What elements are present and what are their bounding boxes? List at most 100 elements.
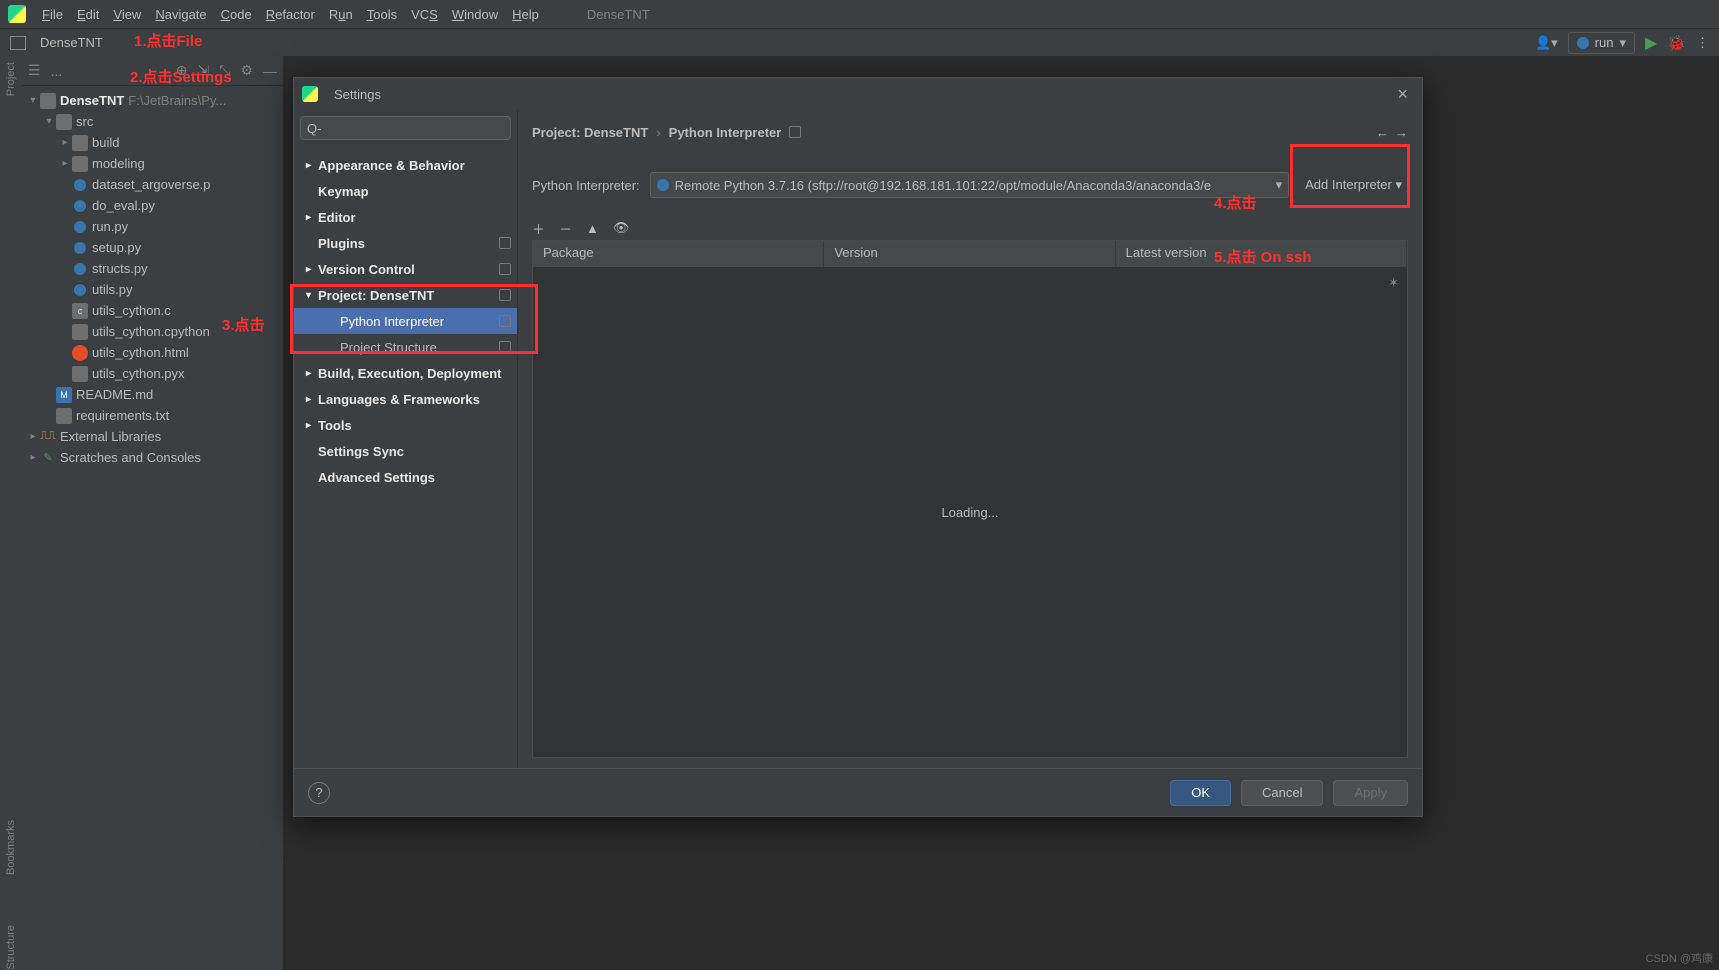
add-interpreter-button[interactable]: Add Interpreter ▾ (1299, 173, 1408, 197)
rail-project-tab[interactable]: Project (5, 62, 17, 96)
forward-icon[interactable]: → (1395, 125, 1408, 140)
hamburger-icon[interactable]: ☰ (26, 60, 43, 81)
col-package[interactable]: Package (533, 241, 824, 267)
settings-dialog: Settings × Q- ▸Appearance & BehaviorKeym… (293, 77, 1423, 817)
rail-bookmarks-tab[interactable]: Bookmarks (5, 820, 17, 875)
tree-file[interactable]: cutils_cython.c (22, 300, 283, 321)
text-file-icon (56, 408, 72, 424)
python-file-icon (72, 177, 88, 193)
tree-external-libraries[interactable]: ▸⎍⎍External Libraries (22, 426, 283, 447)
add-package-icon[interactable]: ＋ (532, 219, 545, 238)
run-button-icon[interactable]: ▶ (1645, 33, 1657, 53)
menubar: File Edit View Navigate Code Refactor Ru… (0, 0, 1719, 28)
breadcrumb[interactable]: DenseTNT (40, 35, 103, 50)
pycharm-logo-icon (302, 86, 318, 102)
tree-file[interactable]: run.py (22, 216, 283, 237)
tree-file[interactable]: do_eval.py (22, 195, 283, 216)
tree-scratches[interactable]: ▸✎Scratches and Consoles (22, 447, 283, 468)
settings-nav-item[interactable]: ▸Appearance & Behavior (294, 152, 517, 178)
expand-icon[interactable]: ⇲ (196, 60, 212, 81)
navigation-bar: DenseTNT 👤▾ run ▾ ▶ 🐞 ⋮ (0, 28, 1719, 56)
watermark: CSDN @鸡康 (1646, 950, 1713, 966)
menu-help[interactable]: Help (506, 4, 545, 25)
menu-code[interactable]: Code (215, 4, 258, 25)
project-icon (10, 36, 26, 50)
tree-file[interactable]: structs.py (22, 258, 283, 279)
markdown-file-icon: M (56, 387, 72, 403)
debug-button-icon[interactable]: 🐞 (1667, 34, 1686, 52)
settings-nav-item[interactable]: ▾Project: DenseTNT (294, 282, 517, 308)
rail-structure-tab[interactable]: Structure (5, 925, 17, 970)
apply-button[interactable]: Apply (1333, 780, 1408, 806)
c-file-icon: c (72, 303, 88, 319)
settings-breadcrumb: Project: DenseTNT › Python Interpreter ←… (532, 120, 1408, 144)
menu-view[interactable]: View (107, 4, 147, 25)
back-icon[interactable]: ← (1376, 125, 1389, 140)
toolhead-label: ... (49, 61, 65, 81)
tree-file[interactable]: utils_cython.cpython (22, 321, 283, 342)
settings-nav-item[interactable]: ▸Version Control (294, 256, 517, 282)
menu-refactor[interactable]: Refactor (260, 4, 321, 25)
tree-file[interactable]: utils_cython.pyx (22, 363, 283, 384)
settings-search-input[interactable]: Q- (300, 116, 511, 140)
menu-file[interactable]: File (36, 4, 69, 25)
folder-icon (72, 135, 88, 151)
settings-nav-item[interactable]: ▸Tools (294, 412, 517, 438)
settings-nav-item[interactable]: ▸Languages & Frameworks (294, 386, 517, 412)
tree-file[interactable]: MREADME.md (22, 384, 283, 405)
col-latest[interactable]: Latest version (1116, 241, 1407, 267)
tree-src[interactable]: ▾src (22, 111, 283, 132)
settings-nav-item[interactable]: Settings Sync (294, 438, 517, 464)
gear-icon[interactable]: ⚙ (238, 60, 255, 81)
settings-nav-item[interactable]: Advanced Settings (294, 464, 517, 490)
settings-nav-item[interactable]: Python Interpreter (294, 308, 517, 334)
settings-nav-item[interactable]: ▸Editor (294, 204, 517, 230)
settings-content: Project: DenseTNT › Python Interpreter ←… (518, 110, 1422, 768)
tree-file[interactable]: setup.py (22, 237, 283, 258)
menu-vcs[interactable]: VCS (405, 4, 444, 25)
cancel-button[interactable]: Cancel (1241, 780, 1323, 806)
loading-text: Loading... (941, 505, 998, 520)
tree-file[interactable]: utils.py (22, 279, 283, 300)
user-icon[interactable]: 👤▾ (1535, 35, 1558, 51)
remove-package-icon[interactable]: － (559, 219, 572, 238)
interpreter-selector[interactable]: Remote Python 3.7.16 (sftp://root@192.16… (650, 172, 1289, 198)
run-config-selector[interactable]: run ▾ (1568, 32, 1635, 54)
menu-run[interactable]: Run (323, 4, 359, 25)
html-file-icon (72, 345, 88, 361)
menu-edit[interactable]: Edit (71, 4, 105, 25)
tree-root[interactable]: ▾DenseTNTF:\JetBrains\Py... (22, 90, 283, 111)
project-tree[interactable]: ▾DenseTNTF:\JetBrains\Py... ▾src ▸build … (22, 86, 283, 970)
settings-nav: Q- ▸Appearance & BehaviorKeymap▸EditorPl… (294, 110, 518, 768)
col-version[interactable]: Version (824, 241, 1115, 267)
project-tool-window: ☰ ... ⊕ ⇲ ⤡ ⚙ — ▾DenseTNTF:\JetBrains\Py… (22, 56, 284, 970)
menu-tools[interactable]: Tools (361, 4, 403, 25)
tree-file[interactable]: utils_cython.html (22, 342, 283, 363)
tree-modeling[interactable]: ▸modeling (22, 153, 283, 174)
python-file-icon (72, 198, 88, 214)
ok-button[interactable]: OK (1170, 780, 1231, 806)
settings-nav-item[interactable]: ▸Build, Execution, Deployment (294, 360, 517, 386)
settings-nav-item[interactable]: Keymap (294, 178, 517, 204)
python-file-icon (72, 240, 88, 256)
more-actions-icon[interactable]: ⋮ (1696, 35, 1709, 51)
hide-icon[interactable]: — (261, 61, 279, 81)
folder-icon (40, 93, 56, 109)
menu-window[interactable]: Window (446, 4, 504, 25)
help-icon[interactable]: ? (308, 782, 330, 804)
settings-nav-item[interactable]: Project Structure (294, 334, 517, 360)
close-icon[interactable]: × (1391, 84, 1414, 105)
collapse-icon[interactable]: ⤡ (217, 60, 232, 81)
menu-navigate[interactable]: Navigate (149, 4, 212, 25)
show-early-releases-icon[interactable]: 👁 (613, 220, 630, 236)
library-icon: ⎍⎍ (40, 429, 56, 445)
chevron-down-icon: ▾ (1395, 177, 1402, 192)
upgrade-package-icon[interactable]: ▲ (586, 221, 599, 236)
settings-nav-item[interactable]: Plugins (294, 230, 517, 256)
target-icon[interactable]: ⊕ (174, 60, 190, 81)
tree-file[interactable]: requirements.txt (22, 405, 283, 426)
tree-file[interactable]: dataset_argoverse.p (22, 174, 283, 195)
package-toolbar: ＋ － ▲ 👁 (532, 216, 1408, 240)
tree-build[interactable]: ▸build (22, 132, 283, 153)
folder-icon (56, 114, 72, 130)
